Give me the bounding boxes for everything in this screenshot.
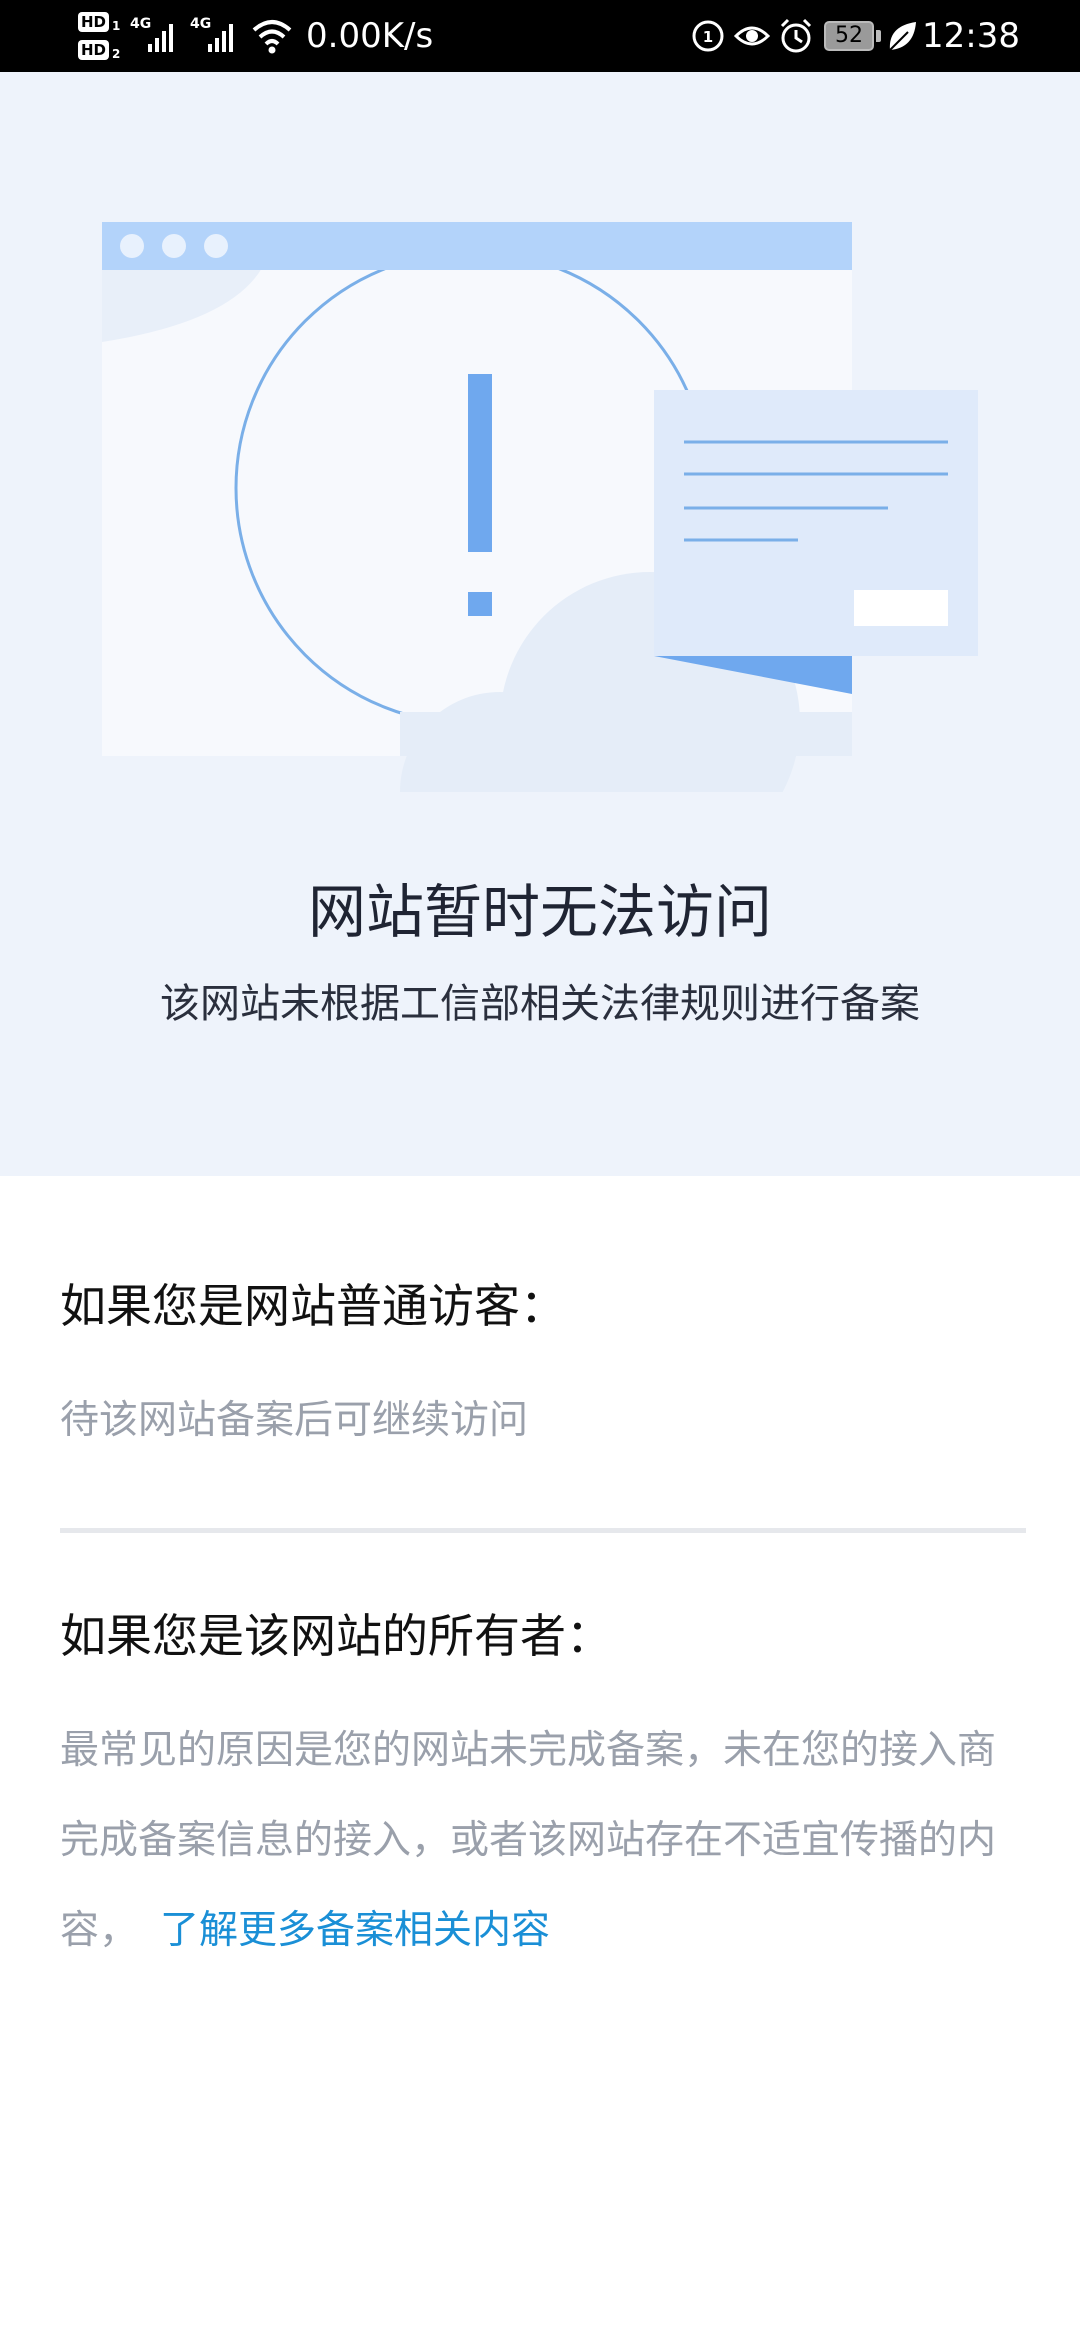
hd2-sub: 2 bbox=[112, 47, 121, 61]
hd-indicator: HD 1 HD 2 bbox=[78, 8, 120, 66]
hd1-sub: 1 bbox=[112, 19, 121, 33]
clock: 12:38 bbox=[922, 16, 1020, 56]
signal-icon: 4G bbox=[130, 16, 184, 56]
alarm-icon bbox=[778, 16, 814, 56]
learn-more-link[interactable]: 了解更多备案相关内容 bbox=[160, 1908, 550, 1953]
owner-text-block: 最常见的原因是您的网站未完成备案，未在您的接入商完成备案信息的接入，或者该网站存… bbox=[60, 1706, 1020, 1976]
warning-illustration bbox=[102, 222, 978, 792]
error-hero: 网站暂时无法访问 该网站未根据工信部相关法律规则进行备案 bbox=[0, 72, 1080, 1176]
divider bbox=[60, 1528, 1026, 1533]
hd2-badge: HD bbox=[78, 40, 110, 60]
status-bar: HD 1 HD 2 4G 4G 0.00K/s 1 52 12:38 bbox=[0, 0, 1080, 72]
eye-icon bbox=[733, 16, 771, 56]
battery-level: 52 bbox=[824, 21, 874, 51]
leaf-icon bbox=[884, 16, 920, 56]
visitor-heading: 如果您是网站普通访客： bbox=[60, 1279, 566, 1333]
hd1-badge: HD bbox=[78, 12, 110, 32]
wifi-icon bbox=[250, 16, 294, 56]
battery-icon: 52 bbox=[824, 18, 882, 54]
signal2-tag: 4G bbox=[190, 16, 212, 32]
visitor-text: 待该网站备案后可继续访问 bbox=[60, 1398, 529, 1443]
svg-text:1: 1 bbox=[703, 28, 713, 46]
owner-heading: 如果您是该网站的所有者： bbox=[60, 1609, 612, 1663]
page-subtitle: 该网站未根据工信部相关法律规则进行备案 bbox=[160, 981, 920, 1027]
network-speed: 0.00K/s bbox=[306, 16, 434, 56]
signal-icon: 4G bbox=[190, 16, 244, 56]
sim-1-icon: 1 bbox=[690, 16, 726, 56]
signal1-tag: 4G bbox=[130, 16, 152, 32]
page-title: 网站暂时无法访问 bbox=[307, 878, 772, 946]
